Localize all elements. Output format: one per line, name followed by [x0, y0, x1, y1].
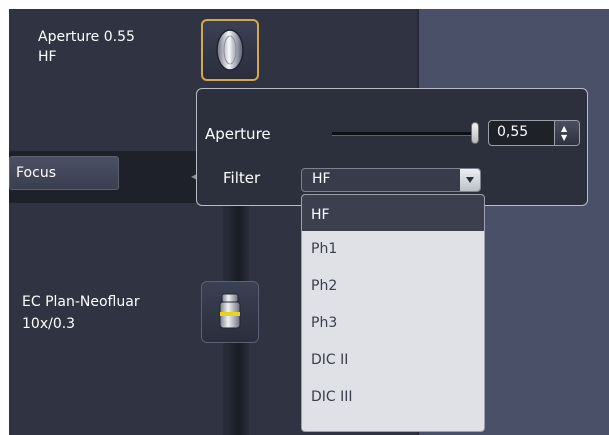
- aperture-slider-thumb[interactable]: [471, 122, 479, 144]
- aperture-spinbox-arrows[interactable]: ▲ ▼: [554, 121, 579, 145]
- condenser-aperture-label: Aperture 0.55: [38, 29, 135, 45]
- condenser-settings-popup: Aperture 0,55 ▲ ▼ Filter HF: [196, 88, 588, 206]
- chevron-down-icon: [466, 177, 474, 183]
- condenser-button[interactable]: [201, 19, 259, 81]
- focus-button[interactable]: Focus: [9, 156, 119, 190]
- spin-up-icon[interactable]: ▲: [561, 125, 567, 133]
- condenser-lens-icon: [216, 29, 244, 71]
- filter-option-ph2[interactable]: Ph2: [302, 268, 484, 305]
- condenser-filter-label: HF: [38, 49, 57, 65]
- filter-dropdown[interactable]: HF: [301, 168, 481, 192]
- filter-option-ph1[interactable]: Ph1: [302, 231, 484, 268]
- objective-name: EC Plan-Neofluar: [22, 294, 140, 310]
- filter-dropdown-value[interactable]: HF: [312, 171, 331, 187]
- aperture-label: Aperture: [205, 125, 271, 143]
- filter-option-dic-ii[interactable]: DIC II: [302, 342, 484, 379]
- filter-option-ph3[interactable]: Ph3: [302, 305, 484, 342]
- filter-option-dic-iii[interactable]: DIC III: [302, 379, 484, 416]
- aperture-slider-track[interactable]: [332, 132, 472, 136]
- objective-spec: 10x/0.3: [22, 316, 76, 332]
- objective-button[interactable]: [201, 281, 259, 343]
- spin-down-icon[interactable]: ▼: [561, 134, 567, 142]
- aperture-spinbox[interactable]: 0,55 ▲ ▼: [488, 120, 580, 146]
- filter-dropdown-list: HF Ph1 Ph2 Ph3 DIC II DIC III: [301, 194, 485, 432]
- dropdown-arrow-button[interactable]: [460, 169, 480, 191]
- objective-lens-icon: [219, 293, 241, 329]
- microscope-control-panel: Aperture 0.55 HF Focus ◂ EC Plan-Neoflua…: [9, 9, 609, 435]
- filter-option-hf[interactable]: HF: [302, 195, 484, 231]
- filter-label: Filter: [223, 169, 261, 187]
- aperture-spinbox-value[interactable]: 0,55: [497, 124, 528, 140]
